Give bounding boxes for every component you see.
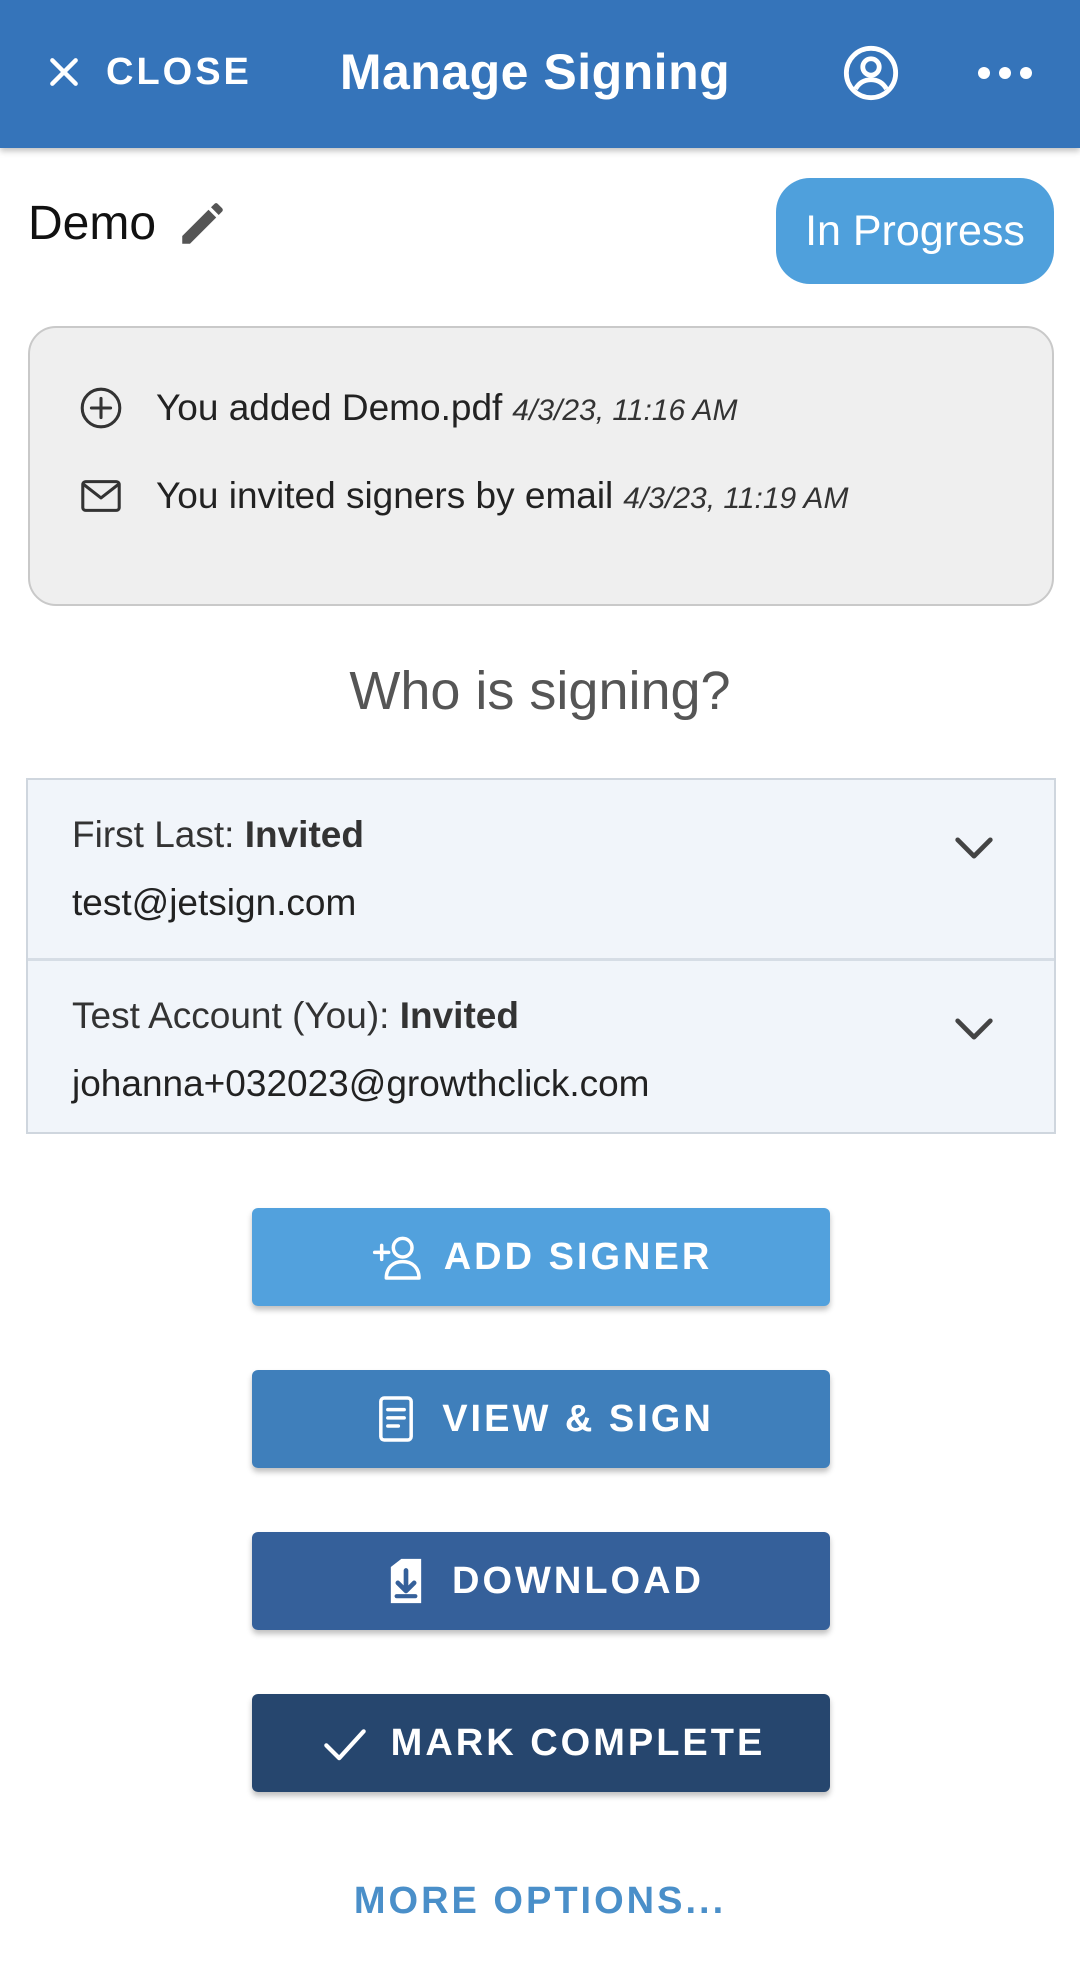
add-signer-button[interactable]: ADD SIGNER	[252, 1208, 830, 1306]
mark-complete-button[interactable]: MARK COMPLETE	[252, 1694, 830, 1792]
signer-name: Test Account (You):	[72, 995, 390, 1036]
account-button[interactable]	[840, 42, 902, 104]
signers-heading: Who is signing?	[349, 661, 731, 721]
signer-item[interactable]: Test Account (You): Invited johanna+0320…	[28, 958, 1054, 1134]
activity-text: You added Demo.pdf	[156, 387, 503, 428]
signer-name: First Last:	[72, 814, 235, 855]
more-horizontal-icon	[978, 67, 1032, 79]
close-button[interactable]: CLOSE	[44, 40, 252, 104]
more-menu-button[interactable]	[970, 42, 1040, 104]
close-icon	[50, 58, 78, 86]
signer-item[interactable]: First Last: Invited test@jetsign.com	[28, 780, 1054, 956]
view-sign-button[interactable]: VIEW & SIGN	[252, 1370, 830, 1468]
account-circle-icon	[843, 45, 899, 101]
download-button[interactable]: DOWNLOAD	[252, 1532, 830, 1630]
close-label: CLOSE	[106, 50, 252, 93]
activity-item: You added Demo.pdf 4/3/23, 11:16 AM	[78, 378, 737, 438]
signer-status: Invited	[244, 814, 364, 855]
check-icon	[323, 1729, 366, 1761]
download-icon	[390, 1558, 422, 1604]
activity-timestamp: 4/3/23, 11:19 AM	[623, 482, 849, 515]
signer-email: johanna+032023@growthclick.com	[72, 1063, 650, 1104]
status-badge: In Progress	[776, 178, 1054, 284]
pencil-icon	[182, 203, 223, 244]
edit-name-button[interactable]	[176, 200, 226, 250]
mark-complete-label: MARK COMPLETE	[390, 1721, 766, 1764]
signer-email: test@jetsign.com	[72, 882, 357, 923]
chevron-down-icon[interactable]	[946, 1001, 1002, 1057]
plus-circle-icon	[80, 387, 122, 429]
page-title: Manage Signing	[339, 44, 731, 100]
document-icon	[379, 1396, 414, 1442]
view-sign-label: VIEW & SIGN	[442, 1397, 714, 1440]
activity-item: You invited signers by email 4/3/23, 11:1…	[78, 466, 848, 526]
add-person-icon	[372, 1236, 421, 1280]
chevron-down-icon[interactable]	[946, 820, 1002, 876]
activity-text: You invited signers by email	[156, 475, 614, 516]
mail-icon	[81, 480, 121, 512]
document-name: Demo	[28, 197, 157, 250]
download-label: DOWNLOAD	[452, 1559, 704, 1602]
activity-log: You added Demo.pdf 4/3/23, 11:16 AM You i…	[28, 326, 1054, 606]
app-bar: CLOSE Manage Signing	[0, 0, 1080, 148]
signers-list: First Last: Invited test@jetsign.com Tes…	[26, 778, 1056, 1134]
add-signer-label: ADD SIGNER	[443, 1235, 713, 1278]
signer-status: Invited	[399, 995, 519, 1036]
more-options-link[interactable]: MORE OPTIONS...	[0, 1880, 1080, 1923]
activity-timestamp: 4/3/23, 11:16 AM	[512, 394, 738, 427]
